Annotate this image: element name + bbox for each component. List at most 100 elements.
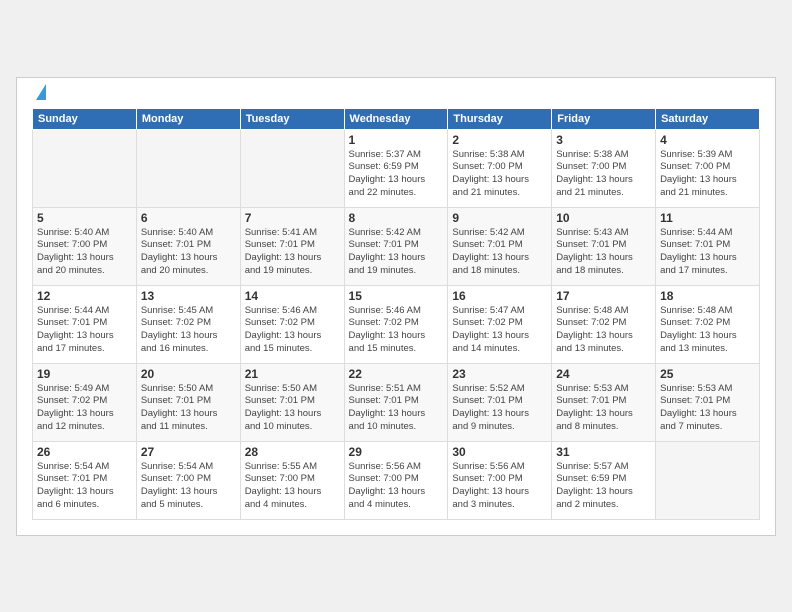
day-cell: 24 Sunrise: 5:53 AM Sunset: 7:01 PM Dayli… (552, 363, 656, 441)
day-number: 11 (660, 211, 755, 225)
day-cell: 6 Sunrise: 5:40 AM Sunset: 7:01 PM Daylig… (136, 207, 240, 285)
day-cell (240, 129, 344, 207)
weekday-header-row: SundayMondayTuesdayWednesdayThursdayFrid… (33, 108, 760, 129)
day-info: Sunrise: 5:53 AM Sunset: 7:01 PM Dayligh… (660, 383, 755, 434)
day-number: 27 (141, 445, 236, 459)
day-number: 5 (37, 211, 132, 225)
day-info: Sunrise: 5:50 AM Sunset: 7:01 PM Dayligh… (141, 383, 236, 434)
day-info: Sunrise: 5:46 AM Sunset: 7:02 PM Dayligh… (349, 305, 444, 356)
calendar-header (32, 88, 760, 100)
day-info: Sunrise: 5:51 AM Sunset: 7:01 PM Dayligh… (349, 383, 444, 434)
day-number: 6 (141, 211, 236, 225)
day-cell: 11 Sunrise: 5:44 AM Sunset: 7:01 PM Dayli… (656, 207, 760, 285)
day-cell: 25 Sunrise: 5:53 AM Sunset: 7:01 PM Dayli… (656, 363, 760, 441)
day-info: Sunrise: 5:54 AM Sunset: 7:00 PM Dayligh… (141, 461, 236, 512)
day-cell: 15 Sunrise: 5:46 AM Sunset: 7:02 PM Dayli… (344, 285, 448, 363)
day-number: 1 (349, 133, 444, 147)
week-row-2: 5 Sunrise: 5:40 AM Sunset: 7:00 PM Daylig… (33, 207, 760, 285)
day-cell (33, 129, 137, 207)
day-number: 19 (37, 367, 132, 381)
day-cell: 3 Sunrise: 5:38 AM Sunset: 7:00 PM Daylig… (552, 129, 656, 207)
day-cell: 21 Sunrise: 5:50 AM Sunset: 7:01 PM Dayli… (240, 363, 344, 441)
day-cell: 13 Sunrise: 5:45 AM Sunset: 7:02 PM Dayli… (136, 285, 240, 363)
day-info: Sunrise: 5:40 AM Sunset: 7:01 PM Dayligh… (141, 227, 236, 278)
day-cell: 14Sunrise: 5:46 AM Sunset: 7:02 PM Dayli… (240, 285, 344, 363)
day-number: 31 (556, 445, 651, 459)
day-cell: 20Sunrise: 5:50 AM Sunset: 7:01 PM Dayli… (136, 363, 240, 441)
day-cell: 9 Sunrise: 5:42 AM Sunset: 7:01 PM Daylig… (448, 207, 552, 285)
day-number: 18 (660, 289, 755, 303)
day-info: Sunrise: 5:38 AM Sunset: 7:00 PM Dayligh… (556, 149, 651, 200)
day-number: 30 (452, 445, 547, 459)
day-cell (136, 129, 240, 207)
day-info: Sunrise: 5:39 AM Sunset: 7:00 PM Dayligh… (660, 149, 755, 200)
day-cell: 22Sunrise: 5:51 AM Sunset: 7:01 PM Dayli… (344, 363, 448, 441)
day-cell: 28Sunrise: 5:55 AM Sunset: 7:00 PM Dayli… (240, 441, 344, 519)
week-row-4: 19 Sunrise: 5:49 AM Sunset: 7:02 PM Dayli… (33, 363, 760, 441)
day-number: 25 (660, 367, 755, 381)
day-number: 7 (245, 211, 340, 225)
day-cell: 31Sunrise: 5:57 AM Sunset: 6:59 PM Dayli… (552, 441, 656, 519)
day-number: 13 (141, 289, 236, 303)
day-cell: 4 Sunrise: 5:39 AM Sunset: 7:00 PM Daylig… (656, 129, 760, 207)
day-number: 9 (452, 211, 547, 225)
day-cell: 19 Sunrise: 5:49 AM Sunset: 7:02 PM Dayli… (33, 363, 137, 441)
day-cell: 16Sunrise: 5:47 AM Sunset: 7:02 PM Dayli… (448, 285, 552, 363)
day-info: Sunrise: 5:54 AM Sunset: 7:01 PM Dayligh… (37, 461, 132, 512)
day-info: Sunrise: 5:52 AM Sunset: 7:01 PM Dayligh… (452, 383, 547, 434)
day-cell: 17Sunrise: 5:48 AM Sunset: 7:02 PM Dayli… (552, 285, 656, 363)
day-number: 16 (452, 289, 547, 303)
day-info: Sunrise: 5:56 AM Sunset: 7:00 PM Dayligh… (452, 461, 547, 512)
day-info: Sunrise: 5:46 AM Sunset: 7:02 PM Dayligh… (245, 305, 340, 356)
weekday-header-friday: Friday (552, 108, 656, 129)
day-info: Sunrise: 5:42 AM Sunset: 7:01 PM Dayligh… (452, 227, 547, 278)
day-info: Sunrise: 5:48 AM Sunset: 7:02 PM Dayligh… (660, 305, 755, 356)
day-info: Sunrise: 5:44 AM Sunset: 7:01 PM Dayligh… (660, 227, 755, 278)
day-cell: 10 Sunrise: 5:43 AM Sunset: 7:01 PM Dayli… (552, 207, 656, 285)
weekday-header-sunday: Sunday (33, 108, 137, 129)
day-number: 26 (37, 445, 132, 459)
day-info: Sunrise: 5:37 AM Sunset: 6:59 PM Dayligh… (349, 149, 444, 200)
calendar-container: SundayMondayTuesdayWednesdayThursdayFrid… (16, 77, 776, 536)
day-info: Sunrise: 5:44 AM Sunset: 7:01 PM Dayligh… (37, 305, 132, 356)
day-info: Sunrise: 5:45 AM Sunset: 7:02 PM Dayligh… (141, 305, 236, 356)
day-number: 24 (556, 367, 651, 381)
day-cell: 8Sunrise: 5:42 AM Sunset: 7:01 PM Daylig… (344, 207, 448, 285)
day-cell: 12 Sunrise: 5:44 AM Sunset: 7:01 PM Dayli… (33, 285, 137, 363)
day-number: 2 (452, 133, 547, 147)
day-info: Sunrise: 5:43 AM Sunset: 7:01 PM Dayligh… (556, 227, 651, 278)
day-number: 10 (556, 211, 651, 225)
day-cell: 5 Sunrise: 5:40 AM Sunset: 7:00 PM Daylig… (33, 207, 137, 285)
day-cell: 29 Sunrise: 5:56 AM Sunset: 7:00 PM Dayli… (344, 441, 448, 519)
day-cell: 27 Sunrise: 5:54 AM Sunset: 7:00 PM Dayli… (136, 441, 240, 519)
logo (32, 88, 46, 100)
day-info: Sunrise: 5:42 AM Sunset: 7:01 PM Dayligh… (349, 227, 444, 278)
day-cell: 18 Sunrise: 5:48 AM Sunset: 7:02 PM Dayli… (656, 285, 760, 363)
day-number: 21 (245, 367, 340, 381)
day-number: 12 (37, 289, 132, 303)
day-cell: 1 Sunrise: 5:37 AM Sunset: 6:59 PM Daylig… (344, 129, 448, 207)
day-number: 4 (660, 133, 755, 147)
day-info: Sunrise: 5:50 AM Sunset: 7:01 PM Dayligh… (245, 383, 340, 434)
week-row-5: 26 Sunrise: 5:54 AM Sunset: 7:01 PM Dayli… (33, 441, 760, 519)
weekday-header-tuesday: Tuesday (240, 108, 344, 129)
day-info: Sunrise: 5:49 AM Sunset: 7:02 PM Dayligh… (37, 383, 132, 434)
weekday-header-monday: Monday (136, 108, 240, 129)
day-cell: 30 Sunrise: 5:56 AM Sunset: 7:00 PM Dayli… (448, 441, 552, 519)
weekday-header-thursday: Thursday (448, 108, 552, 129)
day-number: 15 (349, 289, 444, 303)
day-info: Sunrise: 5:38 AM Sunset: 7:00 PM Dayligh… (452, 149, 547, 200)
day-number: 29 (349, 445, 444, 459)
day-cell (656, 441, 760, 519)
day-info: Sunrise: 5:56 AM Sunset: 7:00 PM Dayligh… (349, 461, 444, 512)
day-info: Sunrise: 5:53 AM Sunset: 7:01 PM Dayligh… (556, 383, 651, 434)
day-info: Sunrise: 5:40 AM Sunset: 7:00 PM Dayligh… (37, 227, 132, 278)
day-number: 17 (556, 289, 651, 303)
calendar-grid: SundayMondayTuesdayWednesdayThursdayFrid… (32, 108, 760, 520)
day-info: Sunrise: 5:55 AM Sunset: 7:00 PM Dayligh… (245, 461, 340, 512)
weekday-header-saturday: Saturday (656, 108, 760, 129)
day-info: Sunrise: 5:41 AM Sunset: 7:01 PM Dayligh… (245, 227, 340, 278)
weekday-header-wednesday: Wednesday (344, 108, 448, 129)
day-number: 23 (452, 367, 547, 381)
day-number: 3 (556, 133, 651, 147)
